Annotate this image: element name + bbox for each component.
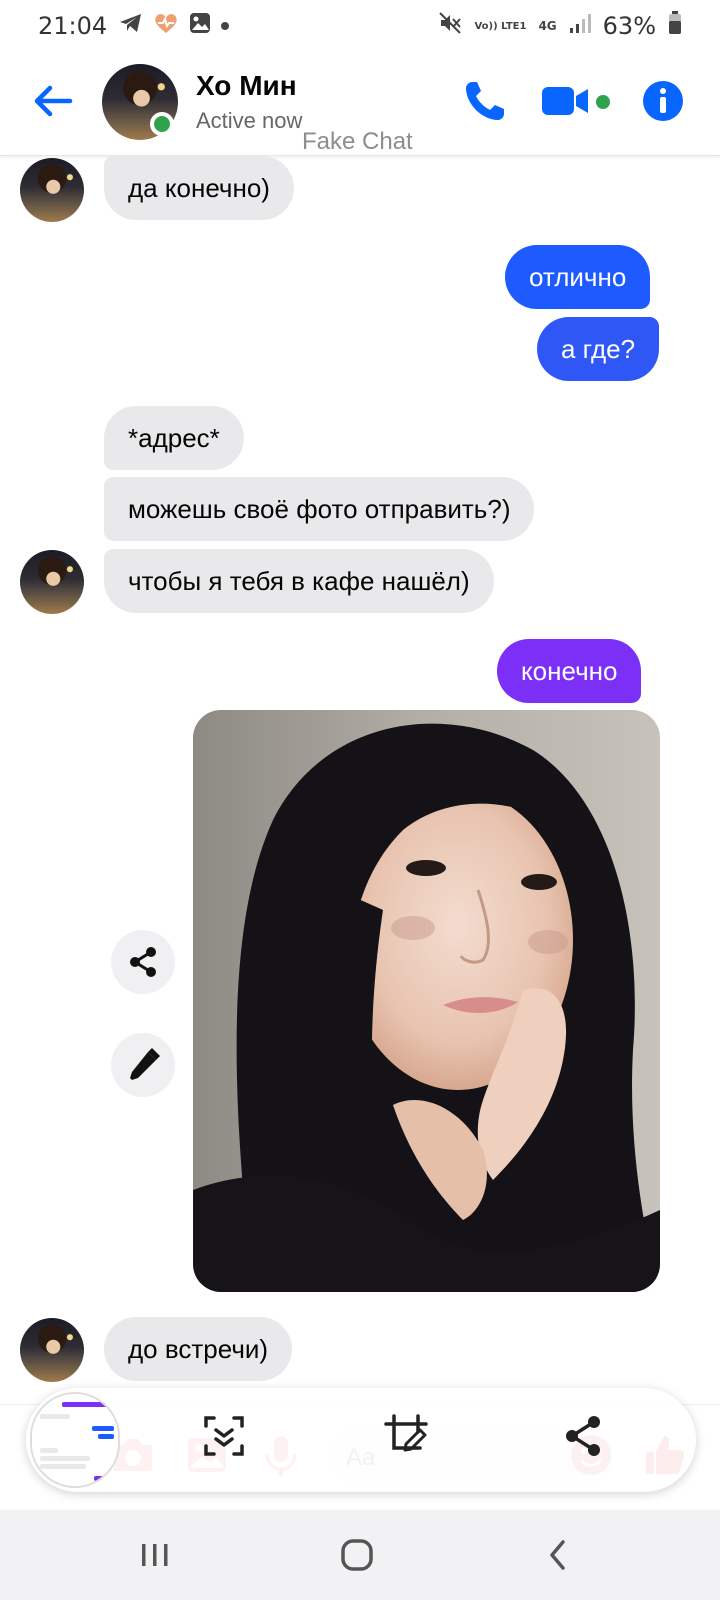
back-icon[interactable] <box>536 1532 582 1578</box>
message-outgoing[interactable]: а где? <box>537 317 660 381</box>
message-outgoing[interactable]: конечно <box>497 639 642 703</box>
contact-avatar-small[interactable] <box>20 158 84 222</box>
phone-icon[interactable] <box>462 78 508 124</box>
shared-photo-image <box>193 710 660 1292</box>
status-bar: 21:04 Vo)) LTE1 4G 63% <box>0 0 720 52</box>
watermark-text: Fake Chat <box>302 128 413 155</box>
health-heart-icon <box>153 12 179 41</box>
message-outgoing[interactable]: отлично <box>505 245 651 309</box>
chat-header: Хо Мин Active now Fake Chat <box>0 52 720 156</box>
network-type: 4G <box>538 19 557 33</box>
edit-pencil-icon[interactable] <box>111 1033 175 1097</box>
shared-photo[interactable] <box>193 710 660 1292</box>
video-active-dot <box>596 95 610 109</box>
contact-status: Active now <box>196 108 303 133</box>
status-time: 21:04 <box>38 12 108 40</box>
share-icon[interactable] <box>111 930 175 994</box>
telegram-icon <box>119 12 143 41</box>
online-indicator <box>150 112 174 136</box>
message-incoming[interactable]: *адрес* <box>104 406 244 470</box>
scroll-capture-icon[interactable] <box>200 1412 248 1460</box>
message-incoming[interactable]: чтобы я тебя в кафе нашёл) <box>104 549 494 613</box>
contact-name[interactable]: Хо Мин <box>196 70 297 102</box>
video-camera-icon[interactable] <box>540 78 588 124</box>
system-nav-bar <box>0 1510 720 1600</box>
signal-icon <box>569 12 591 40</box>
share-icon[interactable] <box>560 1412 608 1460</box>
network-label: Vo)) LTE1 <box>474 21 526 32</box>
contact-avatar-small[interactable] <box>20 1318 84 1382</box>
lte-label: Vo)) LTE1 <box>474 20 527 32</box>
battery-icon <box>668 11 682 41</box>
home-icon[interactable] <box>334 1532 380 1578</box>
battery-percent: 63% <box>602 12 656 40</box>
message-incoming[interactable]: да конечно) <box>104 156 294 220</box>
dot-icon <box>221 22 230 30</box>
message-incoming[interactable]: можешь своё фото отправить?) <box>104 477 535 541</box>
recent-apps-icon[interactable] <box>132 1532 178 1578</box>
mute-icon <box>438 11 462 41</box>
crop-edit-icon[interactable] <box>382 1412 430 1460</box>
contact-avatar-small[interactable] <box>20 550 84 614</box>
back-arrow-icon[interactable] <box>30 78 76 124</box>
message-incoming[interactable]: до встречи) <box>104 1317 293 1381</box>
screenshot-thumbnail[interactable] <box>30 1392 120 1488</box>
gallery-icon <box>189 12 211 41</box>
info-icon[interactable] <box>640 78 686 124</box>
